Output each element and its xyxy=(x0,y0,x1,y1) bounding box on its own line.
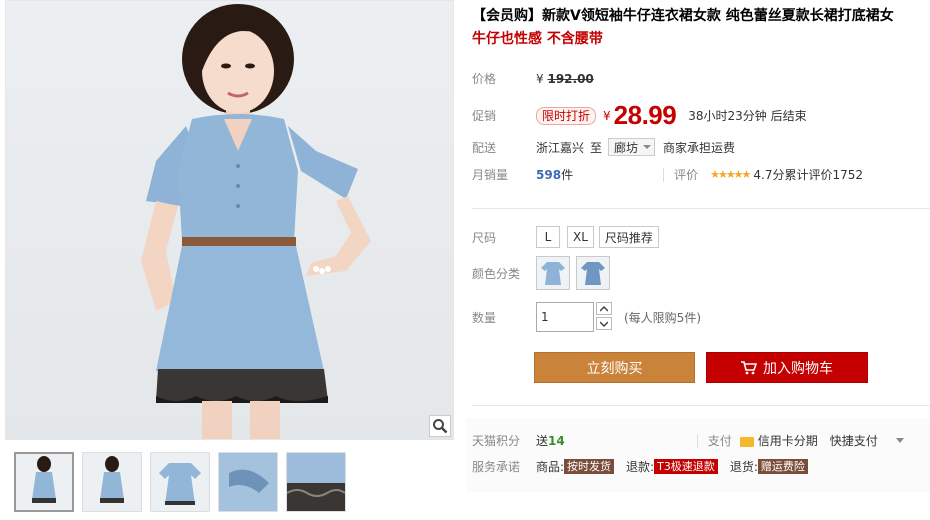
promo-price: 28.99 xyxy=(613,100,677,130)
rating-text[interactable]: 4.7分累计评价1752 xyxy=(753,166,863,183)
shopping-cart-icon xyxy=(741,360,757,374)
service-promise-label: 服务承诺 xyxy=(472,460,521,474)
title-line1: 【会员购】新款V领短袖牛仔连衣裙女款 纯色蕾丝夏款长裙打底裙女 xyxy=(472,8,894,24)
magnifier-icon xyxy=(433,419,448,434)
thumbnail-3[interactable] xyxy=(150,452,210,512)
model-illustration xyxy=(141,4,371,439)
city-value: 廊坊 xyxy=(614,140,639,155)
promo-label: 促销 xyxy=(472,109,497,123)
shipping-insurance-badge[interactable]: 赠运费险 xyxy=(757,459,808,474)
credit-installment[interactable]: 信用卡分期 xyxy=(739,432,818,449)
delivery-label: 配送 xyxy=(472,140,497,155)
delivery-fee: 商家承担运费 xyxy=(663,140,736,155)
sales-row: 月销量 598 件 评价 ★★★★★ 4.7分累计评价1752 xyxy=(472,166,863,183)
product-title: 【会员购】新款V领短袖牛仔连衣裙女款 纯色蕾丝夏款长裙打底裙女 牛仔也性感 不含… xyxy=(472,5,922,51)
caret-down-icon[interactable] xyxy=(895,438,904,443)
service-promise-row: 服务承诺 商品: 按时发货 退款: T3极速退款 退货: 赠运费险 xyxy=(472,458,820,475)
refund-label: 退款: xyxy=(626,460,655,474)
delivery-row: 配送 浙江嘉兴 至 廊坊 商家承担运费 xyxy=(472,138,735,156)
add-to-cart-label: 加入购物车 xyxy=(763,360,833,377)
size-option-l[interactable]: L xyxy=(536,226,560,248)
countdown: 38小时23分钟 后结束 xyxy=(688,109,807,123)
city-select[interactable]: 廊坊 xyxy=(608,138,656,156)
buy-now-label: 立刻购买 xyxy=(586,360,643,377)
promo-price-row: 促销 限时打折 ¥ 28.99 38小时23分钟 后结束 xyxy=(472,100,807,131)
thumbnail-5[interactable] xyxy=(286,452,346,512)
sales-label: 月销量 xyxy=(472,168,509,182)
on-time-delivery-badge[interactable]: 按时发货 xyxy=(564,459,615,474)
promo-tag: 限时打折 xyxy=(536,106,597,125)
points-value: 14 xyxy=(548,433,565,448)
size-option-xl[interactable]: XL xyxy=(567,226,594,248)
points-send-word: 送 xyxy=(536,434,549,448)
promo-currency: ¥ xyxy=(603,108,611,123)
quantity-row: 数量 (每人限购5件) xyxy=(472,302,701,332)
credit-card-icon xyxy=(739,436,754,447)
original-price-row: 价格 ¥ 192.00 xyxy=(472,70,594,87)
original-price: 192.00 xyxy=(547,71,594,86)
color-option-2[interactable] xyxy=(576,256,610,290)
quantity-decrease-button[interactable] xyxy=(596,317,612,330)
zoom-button[interactable] xyxy=(429,415,451,437)
color-row: 颜色分类 xyxy=(472,256,616,290)
credit-installment-label: 信用卡分期 xyxy=(757,434,818,448)
delivery-to: 至 xyxy=(590,140,603,155)
quick-pay[interactable]: 快捷支付 xyxy=(830,432,878,449)
thumbnail-1[interactable] xyxy=(14,452,74,512)
points-payment-row: 天猫积分 送 14 支付 信用卡分期 快捷支付 xyxy=(472,432,904,449)
delivery-from: 浙江嘉兴 xyxy=(536,140,585,155)
size-guide-link[interactable]: 尺码推荐 xyxy=(598,226,659,248)
review-label: 评价 xyxy=(674,168,699,182)
size-row: 尺码 L XL 尺码推荐 xyxy=(472,226,666,248)
color-option-1[interactable] xyxy=(536,256,570,290)
color-label: 颜色分类 xyxy=(472,266,521,281)
return-label: 退货: xyxy=(729,460,758,474)
quantity-stepper xyxy=(596,302,612,332)
chevron-down-icon xyxy=(643,145,652,149)
sales-count: 598 xyxy=(536,167,562,182)
chevron-down-icon xyxy=(600,320,608,327)
sales-unit: 件 xyxy=(561,168,574,182)
goods-label: 商品: xyxy=(536,460,565,474)
thumbnail-strip xyxy=(12,452,452,514)
quantity-input[interactable] xyxy=(536,302,594,332)
main-product-image[interactable] xyxy=(5,0,454,440)
size-label: 尺码 xyxy=(472,230,497,245)
add-to-cart-button[interactable]: 加入购物车 xyxy=(706,352,868,383)
thumbnail-4[interactable] xyxy=(218,452,278,512)
thumbnail-2[interactable] xyxy=(82,452,142,512)
fast-refund-badge[interactable]: T3极速退款 xyxy=(654,459,718,474)
quantity-limit-note: (每人限购5件) xyxy=(624,310,701,325)
buy-now-button[interactable]: 立刻购买 xyxy=(534,352,695,383)
chevron-up-icon xyxy=(600,305,608,312)
price-label: 价格 xyxy=(472,72,497,86)
rating-stars-icon: ★★★★★ xyxy=(710,168,751,181)
price-currency: ¥ xyxy=(536,71,544,86)
payment-label: 支付 xyxy=(707,434,732,448)
quantity-increase-button[interactable] xyxy=(596,302,612,315)
quantity-label: 数量 xyxy=(472,310,497,325)
title-line2: 牛仔也性感 不含腰带 xyxy=(472,31,603,47)
points-label: 天猫积分 xyxy=(472,434,521,448)
